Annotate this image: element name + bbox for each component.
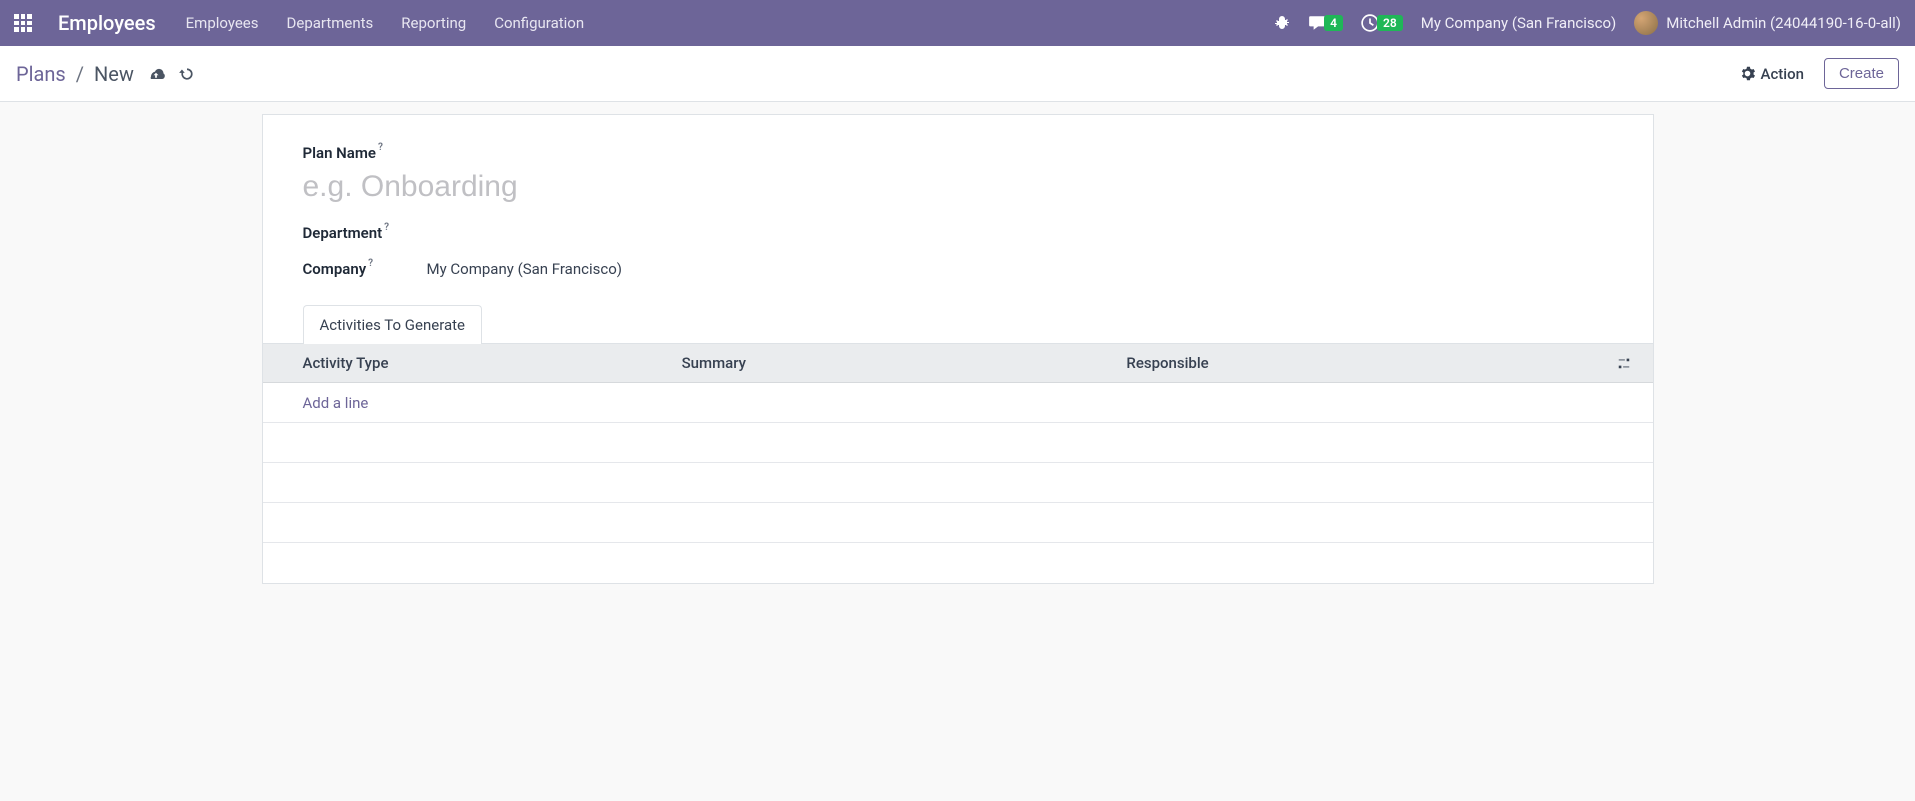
debug-icon[interactable] bbox=[1274, 15, 1290, 31]
table-row bbox=[263, 503, 1653, 543]
col-activity-type[interactable]: Activity Type bbox=[263, 344, 666, 383]
activities-table: Activity Type Summary Responsible bbox=[263, 344, 1653, 583]
activities-badge: 28 bbox=[1377, 15, 1403, 31]
messages-badge: 4 bbox=[1324, 15, 1343, 31]
company-selector[interactable]: My Company (San Francisco) bbox=[1421, 14, 1616, 32]
action-dropdown[interactable]: Action bbox=[1740, 65, 1804, 83]
plan-name-group: Plan Name ? bbox=[303, 143, 1613, 204]
department-label-text: Department bbox=[303, 224, 383, 242]
navbar-left: Employees Employees Departments Reportin… bbox=[14, 8, 588, 38]
help-icon[interactable]: ? bbox=[378, 142, 383, 153]
col-summary[interactable]: Summary bbox=[666, 344, 1111, 383]
breadcrumb-current: New bbox=[94, 62, 134, 86]
company-label: Company ? bbox=[303, 260, 427, 278]
table-row: Add a line bbox=[263, 383, 1653, 423]
table-row bbox=[263, 423, 1653, 463]
plan-name-label-text: Plan Name bbox=[303, 144, 376, 162]
tab-bar: Activities To Generate bbox=[263, 304, 1653, 344]
app-brand[interactable]: Employees bbox=[58, 11, 156, 35]
avatar bbox=[1634, 11, 1658, 35]
gear-icon bbox=[1740, 66, 1755, 81]
table-header-row: Activity Type Summary Responsible bbox=[263, 344, 1653, 383]
activities-button[interactable]: 28 bbox=[1361, 14, 1403, 32]
help-icon[interactable]: ? bbox=[384, 222, 389, 233]
apps-icon[interactable] bbox=[14, 14, 32, 32]
nav-employees[interactable]: Employees bbox=[182, 8, 263, 38]
table-row bbox=[263, 463, 1653, 503]
tab-activities[interactable]: Activities To Generate bbox=[303, 305, 483, 344]
activities-table-wrap: Activity Type Summary Responsible bbox=[263, 344, 1653, 583]
nav-departments[interactable]: Departments bbox=[283, 8, 378, 38]
add-line-link[interactable]: Add a line bbox=[303, 394, 369, 412]
sliders-icon bbox=[1617, 356, 1631, 370]
plan-name-label: Plan Name ? bbox=[303, 144, 383, 162]
control-right: Action Create bbox=[1740, 58, 1900, 89]
discard-icon[interactable] bbox=[178, 65, 196, 83]
form-container: Plan Name ? Department ? Company ? My Co… bbox=[258, 114, 1658, 584]
plan-name-input[interactable] bbox=[303, 170, 1613, 204]
company-label-text: Company bbox=[303, 260, 367, 278]
company-row: Company ? My Company (San Francisco) bbox=[303, 260, 1613, 278]
breadcrumb: Plans / New bbox=[16, 62, 134, 86]
company-field[interactable]: My Company (San Francisco) bbox=[427, 260, 622, 278]
cloud-save-icon[interactable] bbox=[146, 64, 166, 84]
form-sheet: Plan Name ? Department ? Company ? My Co… bbox=[262, 114, 1654, 584]
department-label: Department ? bbox=[303, 224, 427, 242]
user-menu[interactable]: Mitchell Admin (24044190-16-0-all) bbox=[1634, 11, 1901, 35]
navbar-right: 4 28 My Company (San Francisco) Mitchell… bbox=[1274, 11, 1901, 35]
action-label: Action bbox=[1761, 65, 1804, 83]
notebook: Activities To Generate Activity Type Sum… bbox=[303, 304, 1613, 583]
control-bar: Plans / New Action Create bbox=[0, 46, 1915, 102]
create-button[interactable]: Create bbox=[1824, 58, 1899, 89]
col-options[interactable] bbox=[1605, 344, 1653, 383]
messages-button[interactable]: 4 bbox=[1308, 14, 1343, 32]
breadcrumb-separator: / bbox=[76, 62, 84, 86]
department-row: Department ? bbox=[303, 224, 1613, 242]
user-name: Mitchell Admin (24044190-16-0-all) bbox=[1666, 14, 1901, 32]
table-row bbox=[263, 543, 1653, 583]
navbar: Employees Employees Departments Reportin… bbox=[0, 0, 1915, 46]
nav-configuration[interactable]: Configuration bbox=[490, 8, 588, 38]
breadcrumb-plans[interactable]: Plans bbox=[16, 62, 66, 86]
help-icon[interactable]: ? bbox=[368, 258, 373, 269]
nav-reporting[interactable]: Reporting bbox=[397, 8, 470, 38]
col-responsible[interactable]: Responsible bbox=[1110, 344, 1604, 383]
